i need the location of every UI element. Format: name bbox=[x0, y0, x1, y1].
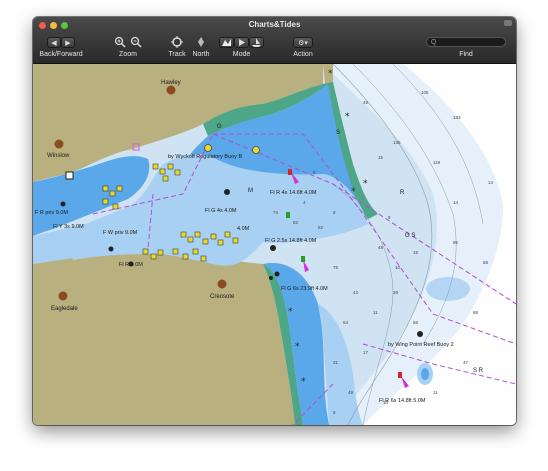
depth-sounding: 14 bbox=[453, 200, 459, 205]
depth-sounding: 74 bbox=[273, 210, 279, 215]
label-fg-2-5s: Fl G 2.5s 14.8ft 4.0M bbox=[265, 238, 317, 244]
svg-text:*: * bbox=[328, 69, 333, 79]
label-fr-priv: F R priv 9.0M bbox=[35, 210, 68, 216]
mark-g: G bbox=[217, 124, 222, 130]
depth-sounding: 135 bbox=[393, 140, 401, 145]
depth-sounding: 10 bbox=[395, 265, 401, 270]
svg-text:*: * bbox=[345, 112, 350, 122]
north-button[interactable] bbox=[194, 36, 208, 49]
depth-sounding: 48 bbox=[378, 245, 384, 250]
svg-text:*: * bbox=[288, 307, 293, 317]
mark-sr: S R bbox=[473, 368, 484, 374]
label-sp-4m: 4.0M bbox=[237, 226, 250, 232]
depth-sounding: 15 bbox=[378, 155, 384, 160]
mode-chart-icon bbox=[222, 39, 231, 46]
track-label: Track bbox=[168, 51, 186, 58]
place-eagledale: Eagledale bbox=[51, 306, 78, 312]
zoom-out-icon bbox=[130, 36, 142, 48]
depth-sounding: 17 bbox=[363, 350, 369, 355]
chevron-left-icon: ◀ bbox=[51, 40, 57, 47]
nautical-chart[interactable]: * * * * * * * Hawley Winslow Eagledale Creosot… bbox=[33, 64, 516, 425]
depth-sounding: 48 bbox=[348, 390, 354, 395]
track-button[interactable] bbox=[170, 36, 184, 49]
search-input[interactable]: Q bbox=[426, 37, 506, 47]
zoom-out-button[interactable] bbox=[129, 36, 143, 49]
depth-sounding: 39 bbox=[393, 290, 399, 295]
label-fw-priv: F W priv 9.0M bbox=[103, 230, 138, 236]
label-fg-4s: Fl G 4s 4.0M bbox=[205, 208, 237, 214]
mode-chart-button[interactable] bbox=[219, 37, 234, 48]
chevron-right-icon: ▶ bbox=[65, 40, 71, 47]
depth-sounding: 10 bbox=[383, 400, 389, 405]
mark-r: R bbox=[400, 190, 405, 196]
depth-sounding: 56 bbox=[413, 320, 419, 325]
label-wyckoff-buoy: by Wyckoff Regulatory Buoy B bbox=[168, 154, 242, 160]
svg-text:*: * bbox=[363, 179, 368, 189]
depth-sounding: 11 bbox=[433, 390, 438, 395]
fullscreen-button[interactable] bbox=[504, 20, 512, 26]
gear-icon: ⚙▾ bbox=[298, 40, 308, 47]
depth-sounding: 68 bbox=[483, 260, 489, 265]
zoom-in-button[interactable] bbox=[113, 36, 127, 49]
depth-sounding: 47 bbox=[463, 360, 469, 365]
window-title: Charts&Tides bbox=[248, 20, 301, 29]
depth-sounding: 49 bbox=[363, 100, 369, 105]
toolbar: Charts&Tides ◀ ▶ Back/Forward Zoom Track… bbox=[33, 17, 516, 64]
depth-sounding: 119 bbox=[433, 160, 441, 165]
search-icon: Q bbox=[431, 39, 437, 46]
depth-sounding: 15 bbox=[413, 250, 419, 255]
mode-boat-icon bbox=[252, 38, 261, 47]
north-icon bbox=[198, 37, 204, 47]
depth-sounding: 14 bbox=[488, 180, 494, 185]
depth-sounding: 11 bbox=[373, 310, 378, 315]
depth-sounding: 92 bbox=[318, 225, 324, 230]
mode-boat-button[interactable] bbox=[249, 37, 264, 48]
svg-text:*: * bbox=[301, 377, 306, 387]
depth-sounding: 183 bbox=[453, 115, 461, 120]
back-button[interactable]: ◀ bbox=[47, 37, 61, 48]
mark-gs: G S bbox=[405, 233, 415, 239]
depth-sounding: 75 bbox=[333, 265, 339, 270]
forward-button[interactable]: ▶ bbox=[61, 37, 75, 48]
depth-sounding: 88 bbox=[473, 310, 479, 315]
depth-sounding: 105 bbox=[421, 90, 429, 95]
track-icon bbox=[171, 36, 183, 48]
depth-sounding: 54 bbox=[343, 320, 349, 325]
label-fl-g-6s: Fl G 6s 23.9ft 4.0M bbox=[281, 286, 328, 292]
mark-m: M bbox=[248, 188, 253, 194]
label-fr-4s: Fl R 4s 14.6ft 4.0M bbox=[270, 190, 317, 196]
action-button[interactable]: ⚙▾ bbox=[293, 37, 313, 48]
place-hawley: Hawley bbox=[161, 80, 181, 86]
zoom-in-icon bbox=[114, 36, 126, 48]
action-label: Action bbox=[293, 51, 313, 58]
north-label: North bbox=[192, 51, 210, 58]
place-creosote: Creosote bbox=[210, 294, 235, 300]
label-wing-point-buoy: by Wing Point Reef Buoy 2 bbox=[388, 342, 454, 348]
zoom-label: Zoom bbox=[119, 51, 137, 58]
depth-sounding: 95 bbox=[453, 240, 459, 245]
find-label: Find bbox=[459, 51, 473, 58]
depth-sounding: 31 bbox=[333, 360, 339, 365]
label-fy-3s: Fl Y 3s 9.0M bbox=[53, 224, 84, 230]
svg-text:*: * bbox=[351, 187, 356, 197]
mode-label: Mode bbox=[232, 51, 251, 58]
mode-play-button[interactable] bbox=[234, 37, 249, 48]
back-forward-label: Back/Forward bbox=[39, 51, 83, 58]
mode-play-icon bbox=[239, 39, 245, 46]
depth-sounding: 43 bbox=[353, 290, 359, 295]
label-fr-4: Fl R 4.0M bbox=[119, 262, 143, 268]
place-winslow: Winslow bbox=[47, 153, 70, 159]
depth-sounding: 82 bbox=[293, 220, 299, 225]
svg-text:*: * bbox=[295, 342, 300, 352]
mark-s: S bbox=[336, 130, 340, 136]
charts-tides-window: Charts&Tides ◀ ▶ Back/Forward Zoom Track… bbox=[33, 17, 516, 425]
